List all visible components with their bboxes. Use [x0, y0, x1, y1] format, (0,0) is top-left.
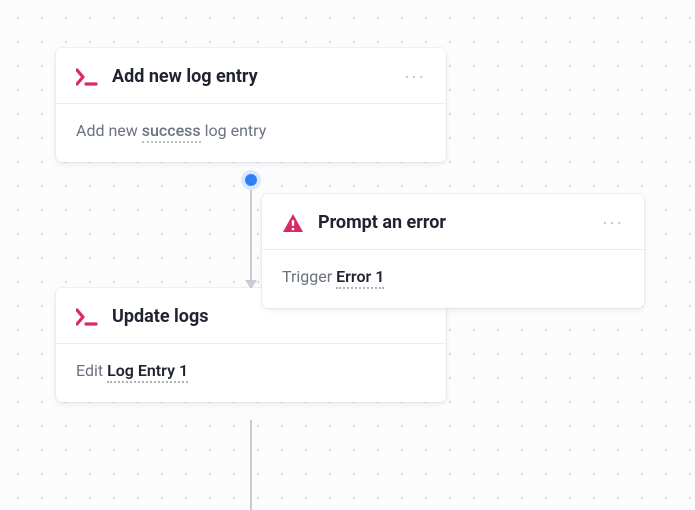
node-prompt-error[interactable]: Prompt an error ··· Trigger Error 1	[262, 194, 644, 308]
node-header: Prompt an error ···	[262, 194, 644, 250]
node-add-log-entry[interactable]: Add new log entry ··· Add new success lo…	[56, 48, 446, 162]
branch-node-dot[interactable]	[241, 170, 261, 190]
body-text-prefix: Trigger	[282, 267, 336, 286]
node-header: Add new log entry ···	[56, 48, 446, 104]
node-menu-button[interactable]: ···	[600, 213, 626, 233]
body-text-suffix: log entry	[201, 121, 267, 140]
node-title: Add new log entry	[112, 66, 402, 87]
connector-line-1	[250, 175, 252, 288]
node-body: Trigger Error 1	[262, 250, 644, 308]
node-menu-button[interactable]: ···	[402, 67, 428, 87]
body-text-prefix: Add new	[76, 121, 142, 140]
node-title: Update logs	[112, 306, 428, 327]
node-title: Prompt an error	[318, 212, 600, 233]
body-text-prefix: Edit	[76, 361, 107, 380]
connector-line-2	[250, 420, 252, 510]
warning-triangle-icon	[282, 213, 304, 233]
body-text-highlight: Error 1	[336, 267, 384, 289]
terminal-icon	[76, 308, 98, 326]
body-text-highlight: Log Entry 1	[107, 361, 188, 383]
terminal-icon	[76, 68, 98, 86]
node-body: Add new success log entry	[56, 104, 446, 162]
body-text-highlight: success	[142, 121, 201, 143]
node-body: Edit Log Entry 1	[56, 344, 446, 402]
